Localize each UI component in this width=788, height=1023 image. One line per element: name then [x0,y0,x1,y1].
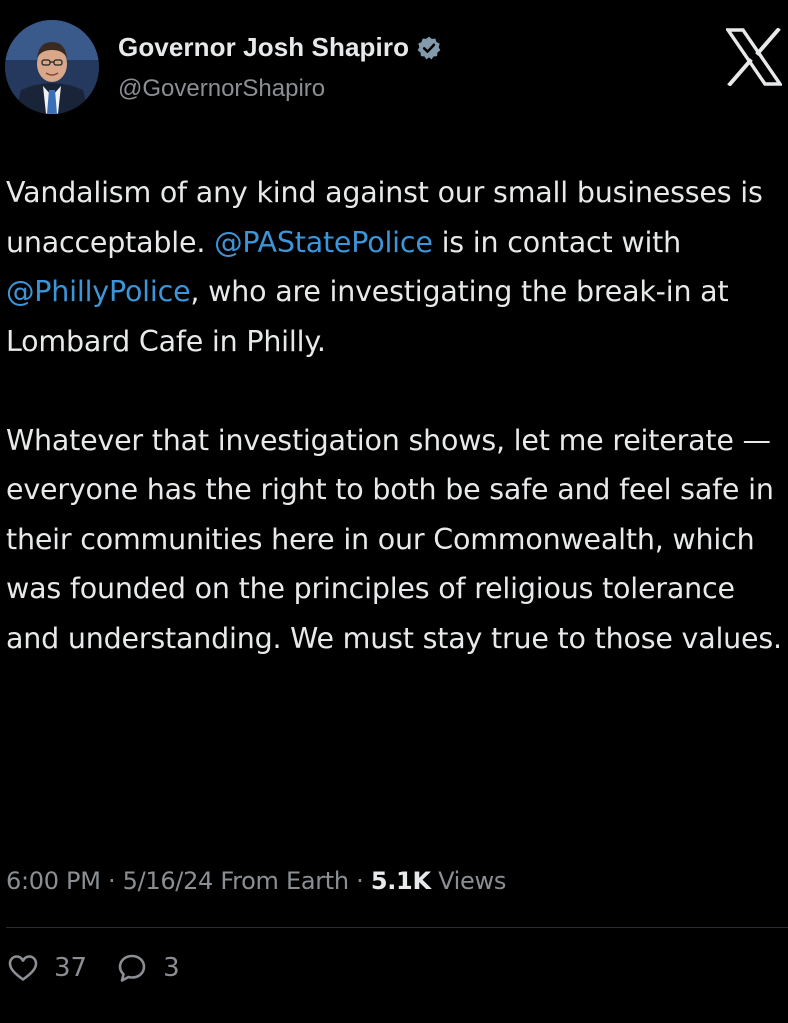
user-handle[interactable]: @GovernorShapiro [118,75,325,103]
reply-count: 3 [163,953,180,983]
display-name-row: Governor Josh Shapiro [118,32,442,63]
tweet-meta: 6:00 PM · 5/16/24 From Earth · 5.1K View… [6,867,506,895]
reply-bubble-icon [118,954,146,982]
tweet-paragraph: Vandalism of any kind against our small … [6,168,784,366]
reply-button[interactable]: 3 [117,953,180,983]
views-label[interactable]: Views [438,867,506,895]
profile-photo-icon [5,20,99,114]
mention-link[interactable]: @PhillyPolice [6,275,191,308]
post-time[interactable]: 6:00 PM [6,867,101,895]
text-segment: is in contact with [432,225,682,259]
text-segment: Whatever that investigation shows, let m… [6,423,782,655]
tweet-header: Governor Josh Shapiro @GovernorShapiro [0,0,788,130]
action-bar: 37 3 [8,953,180,983]
like-button[interactable]: 37 [8,953,87,983]
meta-separator: · [348,867,371,895]
heart-icon [8,955,38,981]
avatar[interactable] [5,20,99,114]
post-source: From Earth [220,867,349,895]
x-logo-icon [724,27,784,87]
like-count: 37 [54,953,88,983]
meta-separator: · [100,867,123,895]
divider [6,927,788,928]
tweet-text: Vandalism of any kind against our small … [6,168,784,663]
tweet-paragraph: Whatever that investigation shows, let m… [6,416,784,664]
verified-badge-icon [416,35,442,61]
post-date[interactable]: 5/16/24 [123,867,214,895]
mention-link[interactable]: @PAStatePolice [214,226,433,259]
display-name[interactable]: Governor Josh Shapiro [118,32,409,63]
views-count[interactable]: 5.1K [371,867,431,895]
